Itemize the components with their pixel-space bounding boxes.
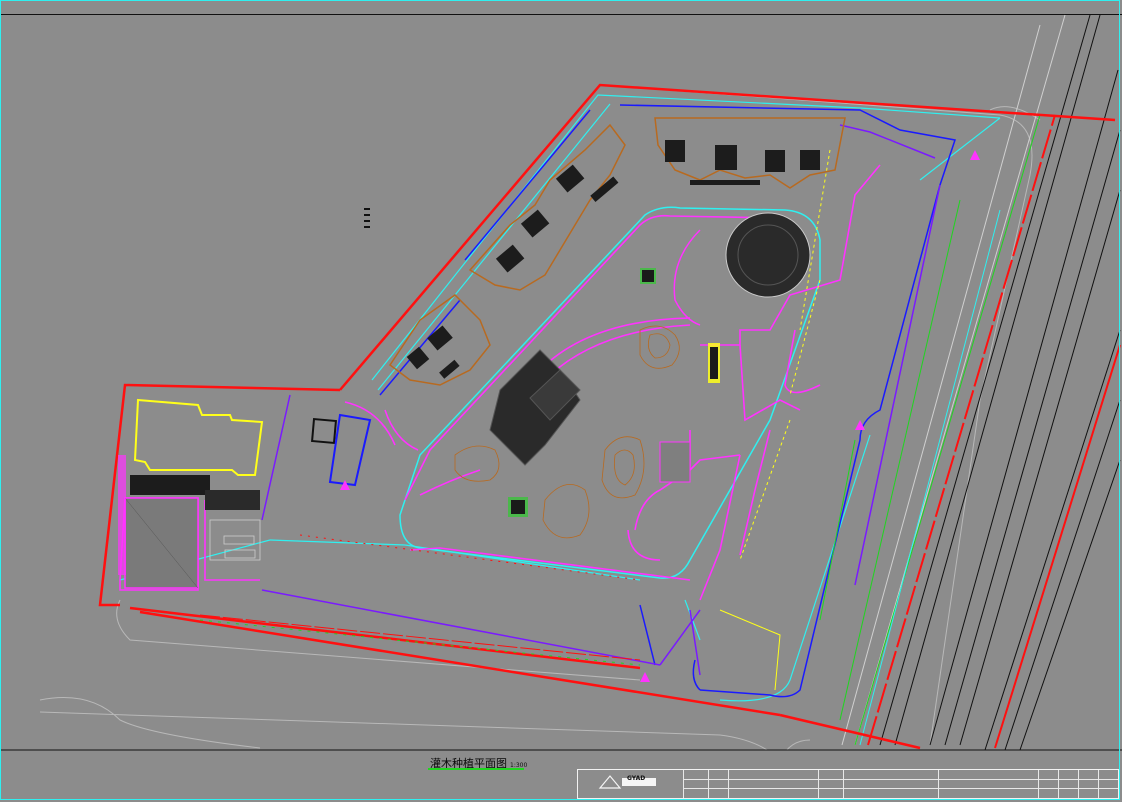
tb-divider — [683, 779, 1118, 780]
purple-lines — [261, 124, 941, 676]
left-service-building — [118, 398, 264, 589]
cad-drawing-viewport[interactable]: 灌木种植平面图 1:300 GYAD — [0, 0, 1122, 802]
tb-divider — [1038, 770, 1039, 798]
tb-divider — [1078, 770, 1079, 798]
site-plan-drawing[interactable] — [0, 0, 1122, 802]
tb-divider — [683, 770, 684, 798]
tb-divider — [938, 770, 939, 798]
tb-divider — [1098, 770, 1099, 798]
tb-divider — [683, 788, 1118, 789]
highway-lines — [839, 14, 1121, 751]
entrance-markers — [340, 150, 980, 682]
mound-contours — [454, 325, 680, 539]
circular-plaza — [673, 212, 811, 326]
central-paving — [489, 349, 581, 466]
tb-divider — [1058, 770, 1059, 798]
tb-divider — [728, 770, 729, 798]
logo-text: GYAD — [627, 775, 646, 782]
tb-divider — [708, 770, 709, 798]
tb-divider — [818, 770, 819, 798]
blue-road-lines — [379, 104, 956, 698]
title-underline — [428, 768, 524, 770]
tb-divider — [843, 770, 844, 798]
north-arrow-icon — [364, 208, 370, 228]
title-block: GYAD — [577, 769, 1119, 799]
